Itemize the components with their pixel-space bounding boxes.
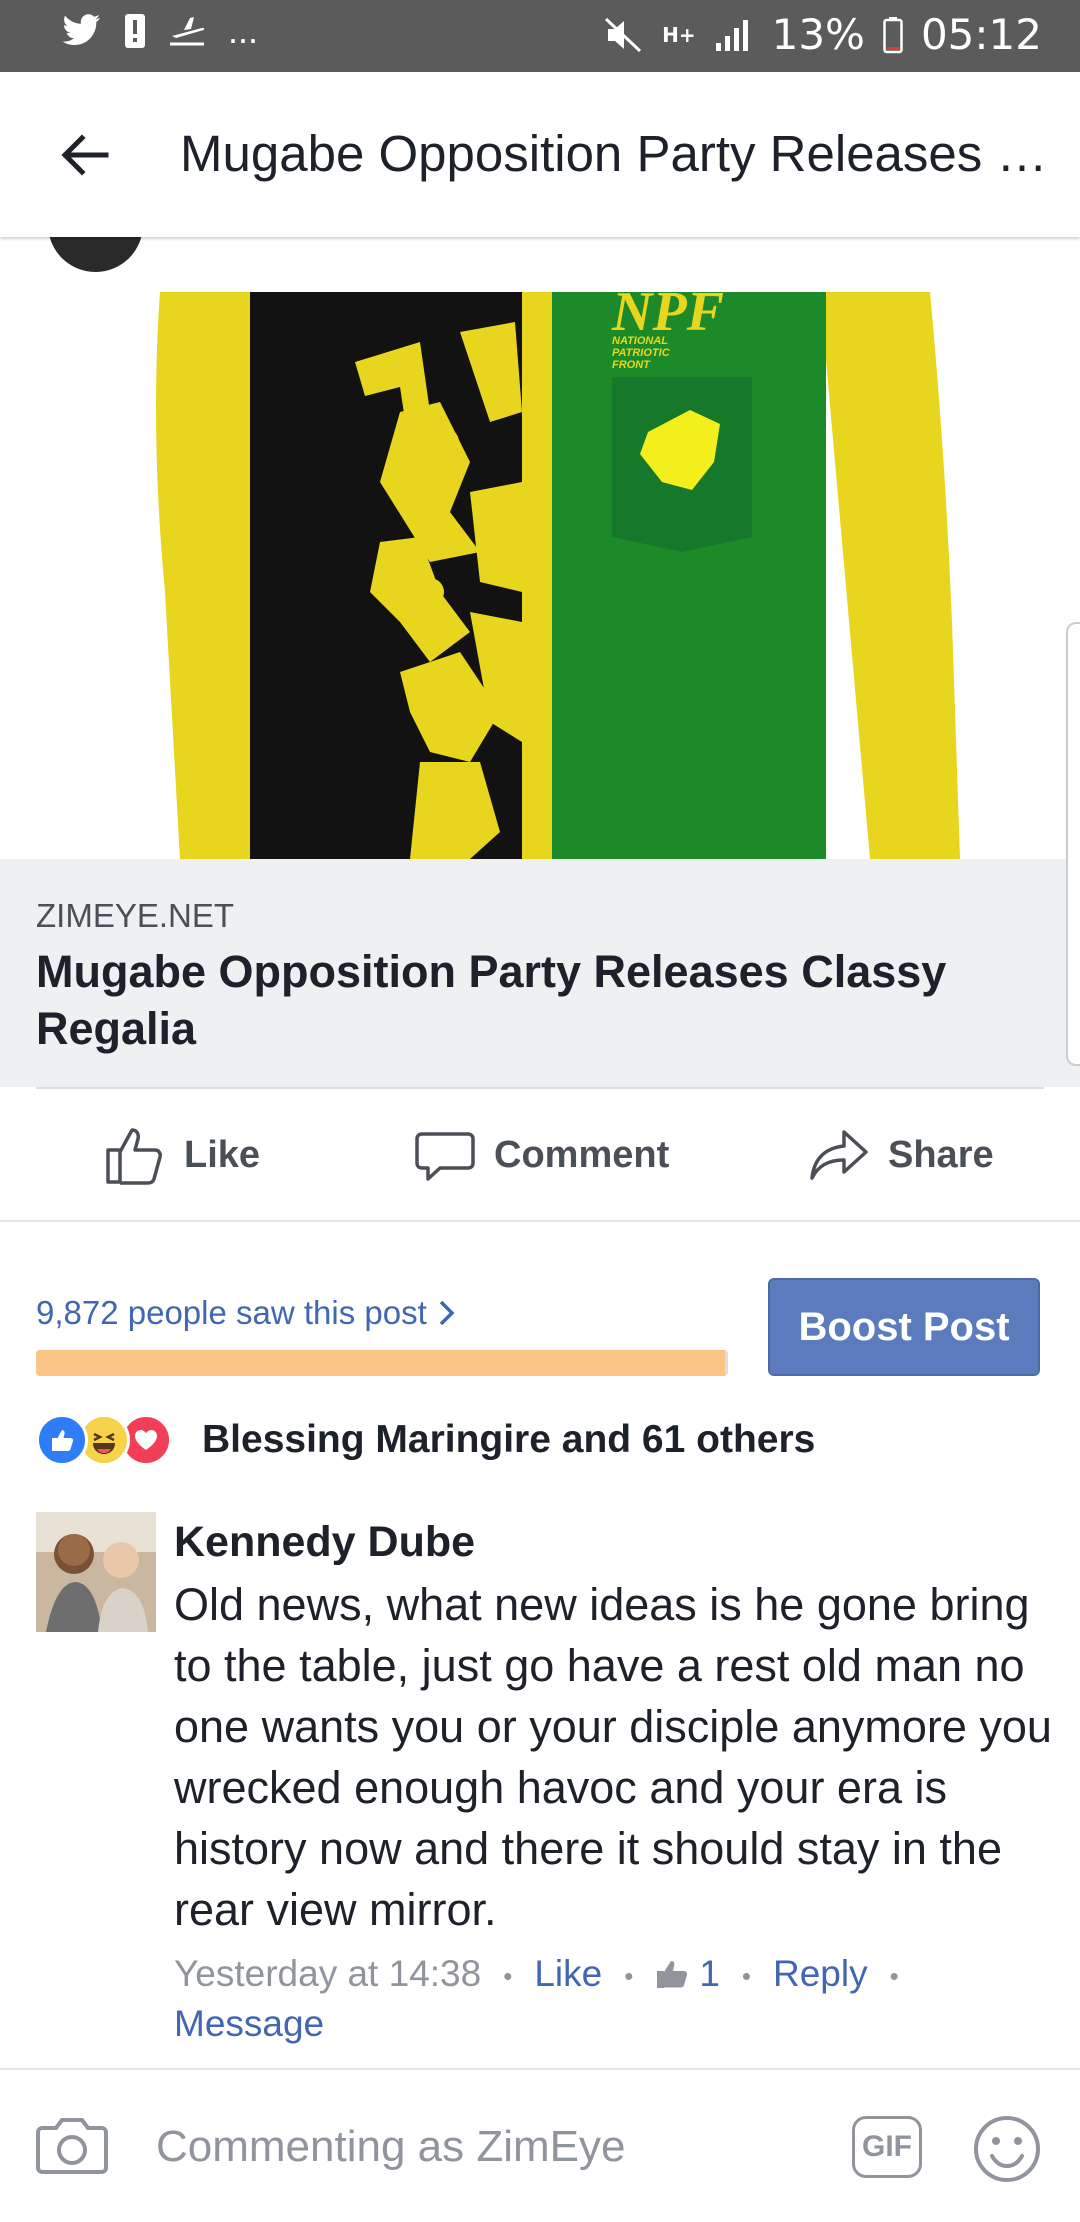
smiley-icon <box>974 2116 1040 2182</box>
shirt-illustration: NPF NATIONAL PATRIOTIC FRONT <box>0 292 1080 859</box>
app-bar: Mugabe Opposition Party Releases Classy … <box>0 72 1080 237</box>
link-preview[interactable]: ZIMEYE.NET Mugabe Opposition Party Relea… <box>0 859 1080 1087</box>
comment-like-link[interactable]: Like <box>534 1953 602 1994</box>
divider <box>36 1087 1044 1089</box>
signal-icon <box>715 19 748 51</box>
like-icon <box>36 1414 88 1466</box>
reactions-text: Blessing Maringire and 61 others <box>202 1418 816 1461</box>
page-avatar[interactable] <box>48 237 143 272</box>
status-right: H+ 13% 05:12 <box>604 10 1042 59</box>
camera-button[interactable] <box>36 2114 108 2183</box>
twitter-icon <box>62 14 101 46</box>
comment-time[interactable]: Yesterday at 14:38 <box>174 1953 481 1994</box>
separator-dot: • <box>741 1961 751 1992</box>
reach-progress-bar <box>36 1350 728 1376</box>
mute-icon <box>605 17 642 52</box>
divider <box>0 1220 1080 1222</box>
post-reach-link[interactable]: 9,872 people saw this post <box>36 1294 456 1332</box>
chevron-right-icon <box>439 1300 455 1326</box>
status-left-icons: ... <box>62 10 258 52</box>
gif-button[interactable]: GIF <box>852 2116 922 2178</box>
status-bar: ... H+ 13% 05:12 <box>0 0 1080 72</box>
share-button[interactable]: Share <box>808 1090 994 1220</box>
battery-percent: 13% <box>771 10 865 59</box>
comment-input[interactable]: Commenting as ZimEye <box>156 2122 625 2172</box>
alert-icon <box>125 14 145 48</box>
link-title: Mugabe Opposition Party Releases Classy … <box>36 946 947 1054</box>
comment-button[interactable]: Comment <box>414 1090 669 1220</box>
comment-icon <box>415 1132 475 1181</box>
scroll-handle[interactable] <box>1066 622 1080 1066</box>
comment-label: Comment <box>494 1133 670 1176</box>
post-actions: Like Comment Share <box>0 1090 1080 1220</box>
link-domain: ZIMEYE.NET <box>36 897 235 934</box>
comment-reply-link[interactable]: Reply <box>773 1953 868 1994</box>
logo-line-2: PATRIOTIC <box>612 347 671 359</box>
thumbs-up-icon <box>106 1128 162 1185</box>
comment-text: Old news, what new ideas is he gone brin… <box>174 1579 1052 1935</box>
separator-dot: • <box>889 1961 899 1992</box>
logo-line-3: FRONT <box>612 359 651 371</box>
logo-line-1: NATIONAL <box>612 335 668 347</box>
comment-like-count[interactable]: 1 <box>655 1953 720 1994</box>
network-type: H+ <box>662 22 696 47</box>
clock: 05:12 <box>920 10 1042 59</box>
post-reach-text: 9,872 people saw this post <box>36 1294 427 1331</box>
reactions-summary[interactable]: Blessing Maringire and 61 others <box>36 1410 815 1470</box>
reach-progress-fill <box>36 1350 725 1376</box>
comment-message-link[interactable]: Message <box>174 2003 324 2044</box>
comment-meta: Yesterday at 14:38 • Like • 1 • Reply • Message <box>174 1950 1054 2048</box>
separator-dot: • <box>624 1961 634 1992</box>
post-image[interactable]: NPF NATIONAL PATRIOTIC FRONT <box>0 292 1080 859</box>
comment-composer: Commenting as ZimEye GIF <box>0 2068 1080 2222</box>
sticker-button[interactable] <box>972 2114 1042 2189</box>
commenter-name[interactable]: Kennedy Dube <box>174 1518 475 1567</box>
thumbs-up-icon <box>657 1961 688 1988</box>
page-title: Mugabe Opposition Party Releases Classy … <box>180 125 1060 182</box>
airplane-icon <box>170 17 205 46</box>
share-icon <box>810 1130 868 1180</box>
like-button[interactable]: Like <box>104 1090 260 1220</box>
camera-icon <box>36 2118 108 2174</box>
back-button[interactable] <box>50 120 120 190</box>
post-header-partial <box>0 237 1080 292</box>
like-label: Like <box>184 1133 261 1176</box>
battery-icon <box>883 16 903 53</box>
separator-dot: • <box>503 1961 513 1992</box>
boost-post-button[interactable]: Boost Post <box>768 1278 1040 1376</box>
arrow-left-icon <box>61 134 109 176</box>
like-count-value: 1 <box>699 1953 720 1994</box>
share-label: Share <box>888 1133 994 1176</box>
status-more: ... <box>228 10 259 51</box>
commenter-avatar[interactable] <box>36 1512 156 1632</box>
